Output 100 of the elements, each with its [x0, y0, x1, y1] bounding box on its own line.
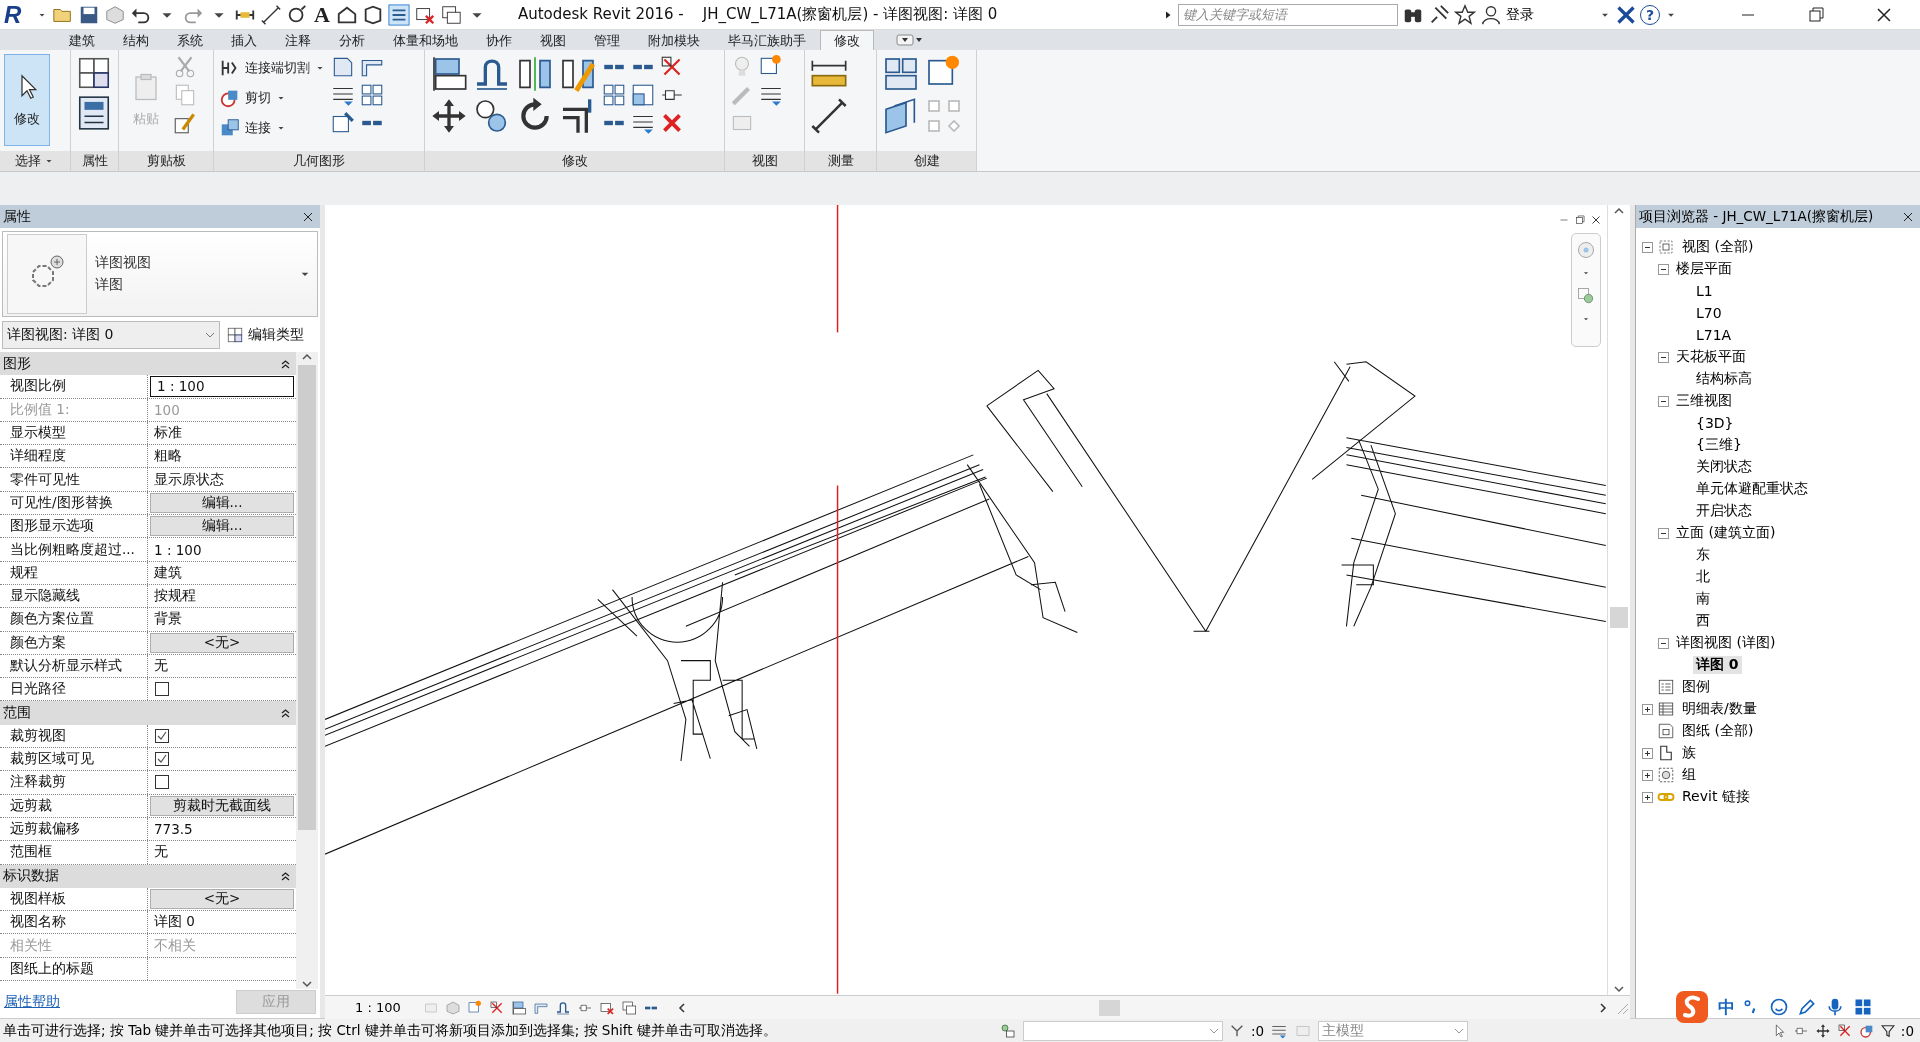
value-field[interactable]: 1 : 100 — [150, 375, 294, 397]
text-tool-button[interactable]: A — [312, 1, 332, 28]
type-selector[interactable]: 详图视图 详图 — [2, 231, 318, 317]
scroll-thumb[interactable] — [298, 365, 316, 830]
value-button[interactable]: 剪裁时无截面线 — [150, 795, 294, 816]
group-header[interactable]: 范围 — [0, 701, 296, 725]
tree-item[interactable]: L71A — [1693, 327, 1735, 343]
user-icon[interactable] — [1480, 3, 1502, 26]
collapse-icon[interactable] — [1658, 637, 1669, 649]
tree-item[interactable]: L70 — [1693, 305, 1725, 321]
group-header[interactable]: 标识数据 — [0, 864, 296, 888]
tree-item[interactable]: 南 — [1693, 590, 1713, 608]
tool-button[interactable]: 连接 — [218, 114, 327, 142]
instance-dropdown[interactable]: 详图视图: 详图 0 — [2, 321, 220, 349]
tree-item[interactable]: 明细表/数量 — [1679, 700, 1760, 718]
value-button[interactable]: <无> — [150, 888, 294, 909]
ribbon-tab[interactable]: 协作 — [472, 30, 526, 50]
tree-item[interactable]: 视图 (全部) — [1679, 238, 1757, 256]
smiley-icon[interactable] — [1769, 997, 1789, 1017]
panel-toggle-icon[interactable] — [896, 33, 924, 47]
scroll-up-icon[interactable] — [301, 352, 313, 362]
tree-item[interactable]: {三维} — [1693, 436, 1745, 454]
ribbon-tab[interactable]: 视图 — [526, 30, 580, 50]
ribbon-tab[interactable]: 结构 — [109, 30, 163, 50]
ribbon-tab[interactable]: 分析 — [325, 30, 379, 50]
tree-item[interactable]: 组 — [1679, 766, 1699, 784]
collapse-icon[interactable] — [1658, 395, 1669, 407]
worksets-icon[interactable] — [999, 1021, 1017, 1040]
unpin-icon[interactable] — [488, 999, 505, 1016]
value-button[interactable]: 编辑... — [150, 516, 294, 537]
star-icon[interactable] — [1454, 3, 1476, 26]
help-link[interactable]: 属性帮助 — [4, 993, 60, 1011]
grid-icon[interactable] — [1853, 997, 1873, 1017]
ribbon-tab[interactable]: 毕马汇族助手 — [714, 30, 820, 50]
sign-in-link[interactable]: 登录 — [1506, 5, 1534, 24]
tool-button[interactable]: 连接端切割 — [218, 54, 327, 82]
view-scale[interactable]: 1 : 100 — [355, 1000, 401, 1015]
offset-icon[interactable] — [554, 999, 571, 1016]
horizontal-scrollbar[interactable] — [676, 998, 1608, 1017]
tree-item[interactable]: 图纸 (全部) — [1679, 722, 1757, 740]
scroll-down-icon[interactable] — [301, 979, 313, 989]
tool-button[interactable]: 修改 — [4, 54, 50, 146]
dimension-icon[interactable] — [809, 96, 849, 136]
expand-icon[interactable] — [1642, 791, 1653, 803]
tree-item[interactable]: 详图视图 (详图) — [1673, 634, 1779, 652]
ribbon-tab[interactable]: 体量和场地 — [379, 30, 472, 50]
scroll-thumb[interactable] — [1610, 607, 1628, 628]
tree-item[interactable]: 开启状态 — [1693, 502, 1755, 520]
scroll-down-icon[interactable] — [1613, 983, 1625, 995]
value-button[interactable]: <无> — [150, 632, 294, 653]
expand-icon[interactable] — [1642, 703, 1653, 715]
collapse-icon[interactable] — [1642, 241, 1653, 253]
tree-item[interactable]: Revit 链接 — [1679, 788, 1753, 806]
align-icon[interactable] — [510, 999, 527, 1016]
chevron-icon[interactable] — [205, 330, 215, 340]
tree-item[interactable]: L1 — [1693, 283, 1716, 299]
tree-item[interactable]: 三维视图 — [1673, 392, 1735, 410]
tree-item[interactable]: 族 — [1679, 744, 1699, 762]
checkbox[interactable] — [155, 728, 169, 743]
tree-item[interactable]: 东 — [1693, 546, 1713, 564]
array-icon[interactable] — [359, 82, 385, 108]
expand-icon[interactable] — [1642, 747, 1653, 759]
ribbon-tab[interactable]: 管理 — [580, 30, 634, 50]
stacked-views-icon[interactable] — [226, 326, 244, 344]
ribbon-tab[interactable]: 附加模块 — [634, 30, 714, 50]
vertical-scrollbar[interactable] — [1607, 205, 1630, 995]
parts-icon[interactable] — [466, 999, 483, 1016]
scroll-thumb[interactable] — [1098, 999, 1120, 1016]
collapse-icon[interactable] — [1658, 263, 1669, 275]
scrollbar[interactable] — [296, 352, 318, 989]
scroll-left-icon[interactable] — [676, 1001, 687, 1014]
model-dropdown[interactable]: 主模型 — [1318, 1020, 1469, 1041]
tree-item[interactable]: 楼层平面 — [1673, 260, 1735, 278]
zoom-icon[interactable] — [1576, 286, 1596, 306]
microphone-icon[interactable] — [1825, 997, 1845, 1017]
edit-type-button[interactable]: 编辑类型 — [226, 326, 304, 344]
checkbox[interactable] — [155, 752, 169, 767]
unpin-icon[interactable] — [1836, 1022, 1853, 1039]
search-field[interactable]: 键入关键字或短语 — [1178, 3, 1398, 26]
collapse-icon[interactable] — [1658, 351, 1669, 363]
tree-item[interactable]: {3D} — [1693, 415, 1737, 431]
array-icon[interactable] — [601, 82, 627, 108]
ribbon-tab[interactable]: 建筑 — [55, 30, 109, 50]
switch-windows-icon[interactable] — [620, 999, 637, 1016]
tree-item[interactable]: 西 — [1693, 612, 1713, 630]
tree-item[interactable]: 详图 0 — [1693, 656, 1742, 674]
checkbox[interactable] — [155, 775, 169, 790]
tool-button[interactable]: 剪切 — [218, 84, 327, 112]
pen-icon[interactable] — [1797, 997, 1817, 1017]
restore-icon[interactable] — [1573, 213, 1587, 227]
exchange-icon[interactable] — [1616, 4, 1636, 25]
ribbon-tab[interactable]: 系统 — [163, 30, 217, 50]
brush-icon[interactable] — [172, 110, 198, 136]
tree-item[interactable]: 结构标高 — [1693, 370, 1755, 388]
ribbon-tab[interactable]: 插入 — [217, 30, 271, 50]
collapse-icon[interactable] — [1658, 527, 1669, 539]
tree-item[interactable]: 单元体避配重状态 — [1693, 480, 1811, 498]
group-header[interactable]: 图形 — [0, 352, 296, 376]
app-logo[interactable]: R — [4, 0, 32, 29]
value-button[interactable]: 编辑... — [150, 492, 294, 513]
